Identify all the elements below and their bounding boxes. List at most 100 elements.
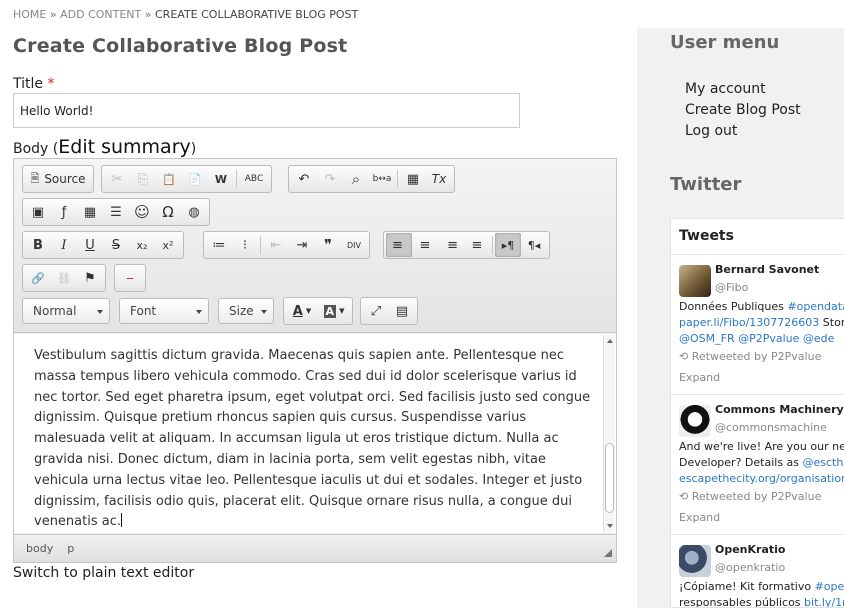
- horizontal-line-icon[interactable]: ☰: [103, 200, 129, 224]
- text-color-icon[interactable]: A ▼: [286, 299, 318, 323]
- underline-icon[interactable]: U: [77, 233, 103, 257]
- paste-word-icon[interactable]: W: [208, 167, 234, 191]
- unlink-icon[interactable]: ⛓: [51, 266, 77, 290]
- toolbar-separator: [397, 170, 398, 188]
- text-direction-ltr-icon[interactable]: ▸¶: [495, 233, 521, 257]
- title-input[interactable]: [13, 93, 520, 128]
- tweet-url-link[interactable]: bit.ly/1r: [804, 596, 844, 607]
- flash-icon[interactable]: ƒ: [51, 200, 77, 224]
- source-button[interactable]: 🗎 Source: [25, 167, 91, 191]
- find-icon[interactable]: ⌕: [343, 167, 369, 191]
- numbered-list-icon[interactable]: ≔: [206, 233, 232, 257]
- iframe-icon[interactable]: ◍: [181, 200, 207, 224]
- remove-format-icon[interactable]: Tx: [426, 167, 452, 191]
- outdent-icon[interactable]: ⇤: [263, 233, 289, 257]
- show-blocks-icon[interactable]: ▤: [389, 299, 415, 323]
- special-char-icon[interactable]: Ω: [155, 200, 181, 224]
- expand-link[interactable]: Expand: [679, 371, 720, 384]
- copy-icon[interactable]: ⎘: [130, 167, 156, 191]
- smiley-icon[interactable]: ☺: [129, 200, 155, 224]
- blockquote-icon[interactable]: ❞: [315, 233, 341, 257]
- scroll-up-icon[interactable]: [605, 336, 615, 346]
- editor-status-bar: body p: [14, 534, 616, 562]
- retweet-icon: ⟲: [679, 350, 689, 363]
- my-account-link[interactable]: My account: [685, 81, 766, 97]
- breadcrumb-home-link[interactable]: HOME: [13, 8, 46, 21]
- format-combo[interactable]: Normal: [22, 298, 110, 324]
- indent-icon[interactable]: ⇥: [289, 233, 315, 257]
- align-center-icon[interactable]: ≡: [412, 233, 438, 257]
- undo-icon[interactable]: ↶: [291, 167, 317, 191]
- required-marker: *: [47, 76, 55, 92]
- superscript-icon[interactable]: x²: [155, 233, 181, 257]
- switch-to-plain-text-link[interactable]: Switch to plain text editor: [13, 565, 194, 581]
- tweet-url-link[interactable]: escapethecity.org/organisation: [679, 472, 844, 485]
- avatar[interactable]: [679, 265, 711, 297]
- tweet-author-handle[interactable]: @commonsmachine: [715, 421, 827, 434]
- log-out-link[interactable]: Log out: [685, 123, 737, 139]
- toolbar-group-pagebreak: ⎯: [114, 264, 146, 292]
- italic-icon[interactable]: I: [51, 233, 77, 257]
- bulleted-list-icon[interactable]: ⁝: [232, 233, 258, 257]
- table-icon[interactable]: ▦: [77, 200, 103, 224]
- cut-icon[interactable]: ✂: [104, 167, 130, 191]
- page-break-icon[interactable]: ⎯: [117, 266, 143, 290]
- tweet-text-line: And we're live! Are you our new: [679, 439, 844, 455]
- link-icon[interactable]: 🔗: [25, 266, 51, 290]
- background-color-icon[interactable]: A ▼: [318, 299, 350, 323]
- user-menu: My account Create Blog Post Log out: [685, 79, 801, 142]
- tweet-url-link[interactable]: paper.li/Fibo/1307726603: [679, 316, 819, 329]
- toolbar-group-document: 🗎 Source: [22, 165, 94, 193]
- tweet-author-name[interactable]: OpenKratio: [715, 543, 785, 556]
- resize-grip-icon[interactable]: [604, 549, 612, 557]
- replace-icon[interactable]: b↔a: [369, 167, 395, 191]
- anchor-icon[interactable]: ⚑: [77, 266, 103, 290]
- bold-icon[interactable]: B: [25, 233, 51, 257]
- image-icon[interactable]: ▣: [25, 200, 51, 224]
- edit-summary-link[interactable]: Edit summary: [58, 136, 191, 158]
- tweet-text-line: @OSM_FR @P2Pvalue @ede: [679, 331, 834, 347]
- breadcrumb-separator: »: [144, 8, 152, 21]
- tweet-author-name[interactable]: Commons Machinery: [715, 403, 844, 416]
- expand-link[interactable]: Expand: [679, 511, 720, 524]
- size-combo[interactable]: Size: [218, 298, 274, 324]
- paste-icon[interactable]: 📋: [156, 167, 182, 191]
- mention-link[interactable]: @escth: [803, 456, 844, 469]
- text-direction-rtl-icon[interactable]: ¶◂: [521, 233, 547, 257]
- tweet-author-handle[interactable]: @openkratio: [715, 561, 785, 574]
- spellcheck-icon[interactable]: ABC: [239, 167, 269, 191]
- toolbar-group-colors: A ▼ A ▼: [283, 297, 353, 325]
- scrollbar-thumb[interactable]: [605, 443, 614, 513]
- source-icon: 🗎: [30, 171, 40, 185]
- editor-content-area[interactable]: Vestibulum sagittis dictum gravida. Maec…: [14, 334, 616, 533]
- avatar[interactable]: [679, 545, 711, 577]
- mention-link[interactable]: @OSM_FR @P2Pvalue @ede: [679, 332, 834, 345]
- breadcrumb-add-content-link[interactable]: ADD CONTENT: [60, 8, 141, 21]
- element-path-p[interactable]: p: [67, 542, 74, 555]
- create-div-icon[interactable]: DIV: [341, 233, 367, 257]
- paste-text-icon[interactable]: 📄: [182, 167, 208, 191]
- create-blog-post-link[interactable]: Create Blog Post: [685, 102, 801, 118]
- tweet-text-line: responsables públicos bit.ly/1r: [679, 595, 844, 607]
- element-path-body[interactable]: body: [26, 542, 53, 555]
- strikethrough-icon[interactable]: S: [103, 233, 129, 257]
- font-combo[interactable]: Font: [119, 298, 209, 324]
- select-all-icon[interactable]: ▦: [400, 167, 426, 191]
- tweet-author-name[interactable]: Bernard Savonet: [715, 263, 819, 276]
- align-left-icon[interactable]: ≡: [386, 233, 412, 257]
- toolbar-group-clipboard: ✂ ⎘ 📋 📄 W ABC: [101, 165, 272, 193]
- justify-icon[interactable]: ≡: [464, 233, 490, 257]
- toolbar-separator: [260, 236, 261, 254]
- hashtag-link[interactable]: #ope: [815, 580, 844, 593]
- editor-scrollbar[interactable]: [603, 335, 615, 532]
- format-combo-value: Normal: [33, 304, 77, 318]
- tweet-author-handle[interactable]: @Fibo: [715, 281, 748, 294]
- subscript-icon[interactable]: x₂: [129, 233, 155, 257]
- hashtag-link[interactable]: #opendata: [787, 300, 844, 313]
- title-label-text: Title: [13, 76, 44, 92]
- align-right-icon[interactable]: ≡: [438, 233, 464, 257]
- scroll-down-icon[interactable]: [605, 521, 615, 531]
- redo-icon[interactable]: ↷: [317, 167, 343, 191]
- avatar[interactable]: [679, 405, 711, 437]
- maximize-icon[interactable]: ⤢: [363, 299, 389, 323]
